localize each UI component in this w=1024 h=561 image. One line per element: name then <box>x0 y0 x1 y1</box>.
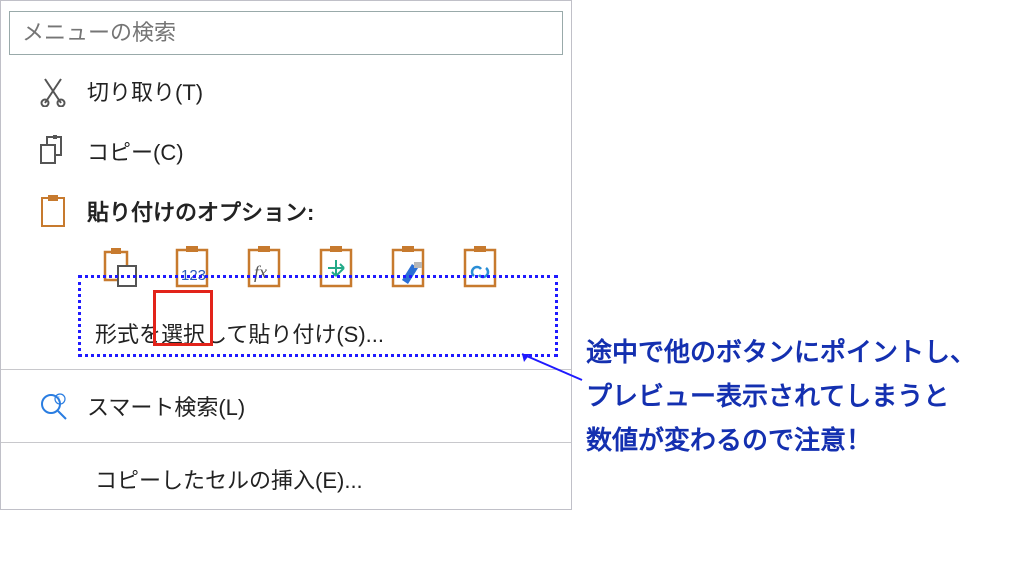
paste-transpose-button[interactable] <box>311 241 363 293</box>
annotation-line1: 途中で他のボタンにポイントし、 <box>586 330 1016 374</box>
paste-formula-button[interactable]: fx <box>239 241 291 293</box>
copy-menu-item[interactable]: コピー(C) <box>1 121 571 181</box>
annotation-line3: 数値が変わるので注意！ <box>586 418 1016 462</box>
paste-special-label: 形式を選択して貼り付け(S)... <box>95 317 384 349</box>
menu-separator <box>1 369 571 370</box>
copy-label: コピー(C) <box>87 135 184 167</box>
cut-menu-item[interactable]: 切り取り(T) <box>1 61 571 121</box>
annotation-line2: プレビュー表示されてしまうと <box>586 374 1016 418</box>
paste-all-button[interactable] <box>95 241 147 293</box>
context-menu-panel: 切り取り(T) コピー(C) 貼り付けのオプション: <box>0 0 572 510</box>
clipboard-icon <box>37 195 69 227</box>
smart-lookup-menu-item[interactable]: i スマート検索(L) <box>1 376 571 436</box>
paste-options-label: 貼り付けのオプション: <box>87 195 314 227</box>
cut-label: 切り取り(T) <box>87 75 203 107</box>
paste-options-heading: 貼り付けのオプション: <box>1 181 571 241</box>
copy-icon <box>37 135 69 167</box>
paste-formula-icon: fx <box>244 244 286 290</box>
insert-copied-cells-menu-item[interactable]: コピーしたセルの挿入(E)... <box>1 449 571 509</box>
paste-link-button[interactable] <box>455 241 507 293</box>
menu-separator-2 <box>1 442 571 443</box>
paste-transpose-icon <box>316 244 358 290</box>
scissors-icon <box>37 75 69 107</box>
svg-text:123: 123 <box>181 267 206 284</box>
paste-formatting-icon <box>388 244 430 290</box>
annotation-callout: 途中で他のボタンにポイントし、 プレビュー表示されてしまうと 数値が変わるので注… <box>586 330 1016 463</box>
menu-search-row <box>1 1 571 61</box>
svg-text:i: i <box>58 395 60 404</box>
svg-text:fx: fx <box>254 262 267 282</box>
paste-values-button[interactable]: 123 <box>167 241 219 293</box>
paste-all-icon <box>100 244 142 290</box>
paste-formatting-button[interactable] <box>383 241 435 293</box>
paste-values-icon: 123 <box>172 244 214 290</box>
smart-lookup-icon: i <box>37 390 69 422</box>
menu-search-input[interactable] <box>9 11 563 55</box>
paste-link-icon <box>460 244 502 290</box>
paste-special-menu-item[interactable]: 形式を選択して貼り付け(S)... <box>1 301 571 363</box>
paste-options-row: 123 fx <box>95 241 571 301</box>
insert-copied-label: コピーしたセルの挿入(E)... <box>95 463 363 495</box>
smart-lookup-label: スマート検索(L) <box>87 390 245 422</box>
